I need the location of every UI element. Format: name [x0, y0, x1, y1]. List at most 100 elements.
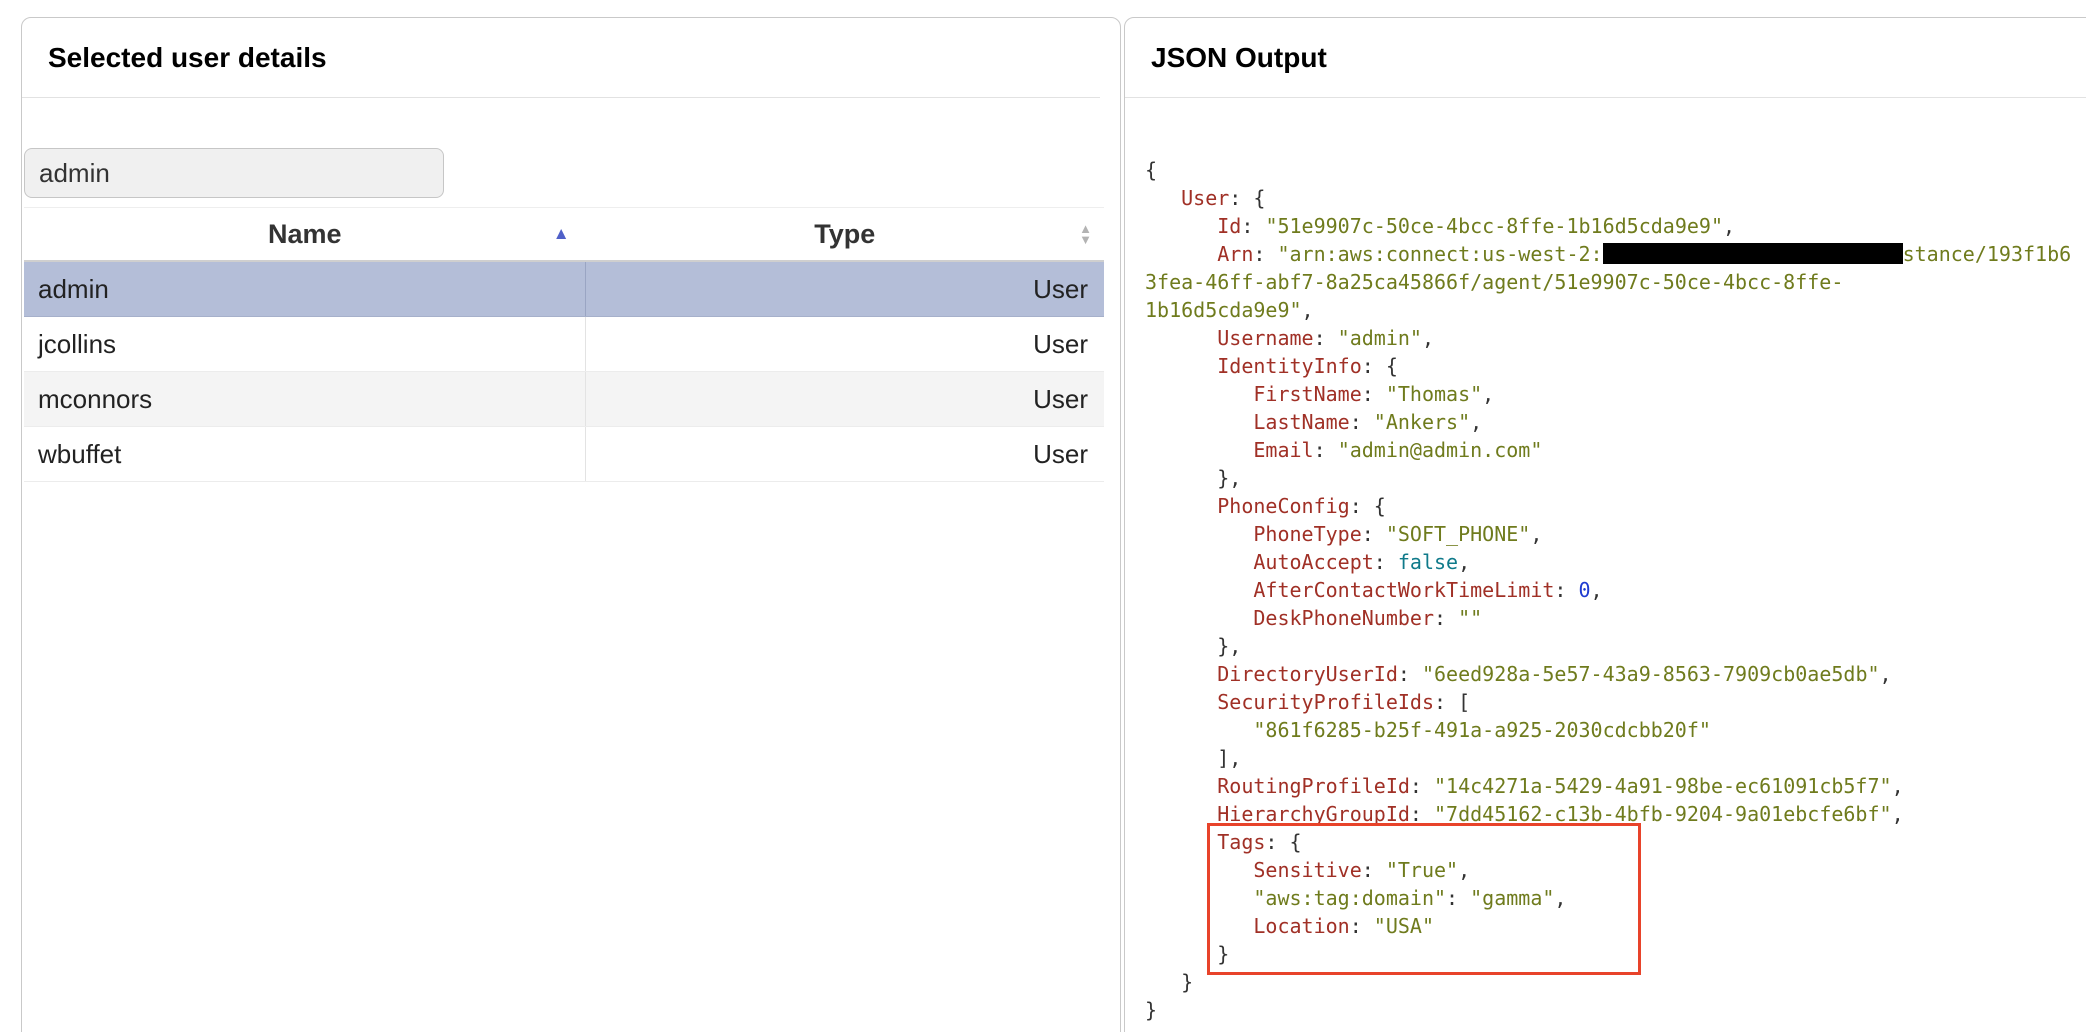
code-segment: IdentityInfo	[1217, 354, 1362, 378]
code-segment: AutoAccept	[1253, 550, 1374, 574]
code-line: Sensitive: "True",	[1145, 856, 2086, 884]
code-segment: "gamma"	[1470, 886, 1555, 910]
table-row[interactable]: jcollins User	[24, 316, 1104, 372]
code-segment: "861f6285-b25f-491a-a925-2030cdcbb20f"	[1253, 718, 1711, 742]
json-output-title: JSON Output	[1151, 41, 1327, 73]
code-line: LastName: "Ankers",	[1145, 408, 2086, 436]
code-line: {	[1145, 156, 2086, 184]
user-details-panel: Selected user details Name ▲ Type ▲	[21, 17, 1121, 1032]
code-segment: Tags	[1217, 830, 1266, 854]
user-details-body: Name ▲ Type ▲ ▼ adminUserjcollinsUsermco…	[22, 98, 1120, 482]
table-row[interactable]: mconnors User	[24, 371, 1104, 427]
code-segment: stance/193f1b6	[1902, 242, 2072, 266]
code-line: 3fea-46ff-abf7-8a25ca45866f/agent/51e990…	[1145, 268, 2086, 296]
user-name-cell: mconnors	[24, 371, 587, 427]
column-header-type-label: Type	[814, 218, 876, 249]
code-line: DirectoryUserId: "6eed928a-5e57-43a9-856…	[1145, 660, 2086, 688]
code-segment: : {	[1229, 186, 1266, 210]
code-line: "861f6285-b25f-491a-a925-2030cdcbb20f"	[1145, 716, 2086, 744]
code-segment: Username	[1217, 326, 1314, 350]
code-segment: ,	[1470, 410, 1483, 434]
code-segment: ,	[1554, 886, 1567, 910]
code-segment: SecurityProfileIds	[1217, 690, 1434, 714]
code-segment: : [	[1434, 690, 1471, 714]
code-segment: :	[1361, 522, 1386, 546]
code-segment: :	[1409, 774, 1434, 798]
code-line: },	[1145, 464, 2086, 492]
code-segment: ,	[1891, 802, 1904, 826]
code-segment: : {	[1361, 354, 1398, 378]
code-segment: "51e9907c-50ce-4bcc-8ffe-1b16d5cda9e9"	[1265, 214, 1723, 238]
code-segment: 0	[1578, 578, 1591, 602]
code-line: AfterContactWorkTimeLimit: 0,	[1145, 576, 2086, 604]
code-segment: Id	[1217, 214, 1242, 238]
user-name-cell: wbuffet	[24, 426, 587, 482]
json-output-panel: JSON Output { User: { Id: "51e9907c-50ce…	[1124, 17, 2086, 1032]
code-segment: Sensitive	[1253, 858, 1362, 882]
code-line: Username: "admin",	[1145, 324, 2086, 352]
code-segment: "14c4271a-5429-4a91-98be-ec61091cb5f7"	[1434, 774, 1892, 798]
code-segment: }	[1145, 998, 1158, 1022]
code-segment: Location	[1253, 914, 1350, 938]
code-segment: :	[1313, 326, 1338, 350]
redaction-box	[1602, 243, 1903, 264]
user-filter-input[interactable]	[24, 148, 444, 198]
code-line: SecurityProfileIds: [	[1145, 688, 2086, 716]
code-segment: ,	[1301, 298, 1314, 322]
code-segment: DirectoryUserId	[1217, 662, 1398, 686]
table-row[interactable]: admin User	[24, 261, 1104, 317]
code-segment: PhoneConfig	[1217, 494, 1350, 518]
code-segment: :	[1313, 438, 1338, 462]
column-header-name[interactable]: Name ▲	[24, 207, 586, 262]
user-type-cell: User	[585, 426, 1104, 482]
code-segment: "USA"	[1373, 914, 1435, 938]
code-segment: ,	[1458, 858, 1471, 882]
code-line: }	[1145, 996, 2086, 1024]
code-segment: FirstName	[1253, 382, 1362, 406]
code-line: DeskPhoneNumber: ""	[1145, 604, 2086, 632]
panel-title: Selected user details	[48, 41, 327, 73]
user-name-cell: admin	[24, 261, 587, 317]
code-segment: ,	[1421, 326, 1435, 350]
code-segment: "arn:aws:connect:us-west-2:	[1277, 242, 1603, 266]
column-header-type[interactable]: Type ▲ ▼	[585, 207, 1104, 262]
code-segment: 1b16d5cda9e9"	[1145, 298, 1302, 322]
code-segment: },	[1145, 634, 1242, 658]
code-line: }	[1145, 940, 2086, 968]
code-segment: :	[1446, 886, 1471, 910]
code-line: PhoneConfig: {	[1145, 492, 2086, 520]
code-line: PhoneType: "SOFT_PHONE",	[1145, 520, 2086, 548]
code-segment: :	[1434, 606, 1459, 630]
code-line: HierarchyGroupId: "7dd45162-c13b-4bfb-92…	[1145, 800, 2086, 828]
code-line: 1b16d5cda9e9",	[1145, 296, 2086, 324]
code-line: Id: "51e9907c-50ce-4bcc-8ffe-1b16d5cda9e…	[1145, 212, 2086, 240]
code-segment: ,	[1590, 578, 1603, 602]
code-segment: :	[1373, 550, 1398, 574]
code-segment: "admin"	[1337, 326, 1422, 350]
tags-highlight-group: Tags: { Sensitive: "True", "aws:tag:doma…	[1145, 823, 2086, 975]
column-header-name-label: Name	[268, 218, 342, 249]
code-segment: "aws:tag:domain"	[1253, 886, 1447, 910]
code-segment: "6eed928a-5e57-43a9-8563-7909cb0ae5db"	[1421, 662, 1880, 686]
code-line: Location: "USA"	[1145, 912, 2086, 940]
code-segment: Arn	[1217, 242, 1254, 266]
table-row[interactable]: wbuffet User	[24, 426, 1104, 482]
code-segment: DeskPhoneNumber	[1253, 606, 1434, 630]
code-segment: :	[1409, 802, 1434, 826]
code-line: }	[1145, 968, 2086, 996]
code-line: Email: "admin@admin.com"	[1145, 436, 2086, 464]
code-segment: },	[1145, 466, 1242, 490]
code-segment: :	[1349, 410, 1374, 434]
code-line: FirstName: "Thomas",	[1145, 380, 2086, 408]
code-segment: RoutingProfileId	[1217, 774, 1410, 798]
code-line: AutoAccept: false,	[1145, 548, 2086, 576]
